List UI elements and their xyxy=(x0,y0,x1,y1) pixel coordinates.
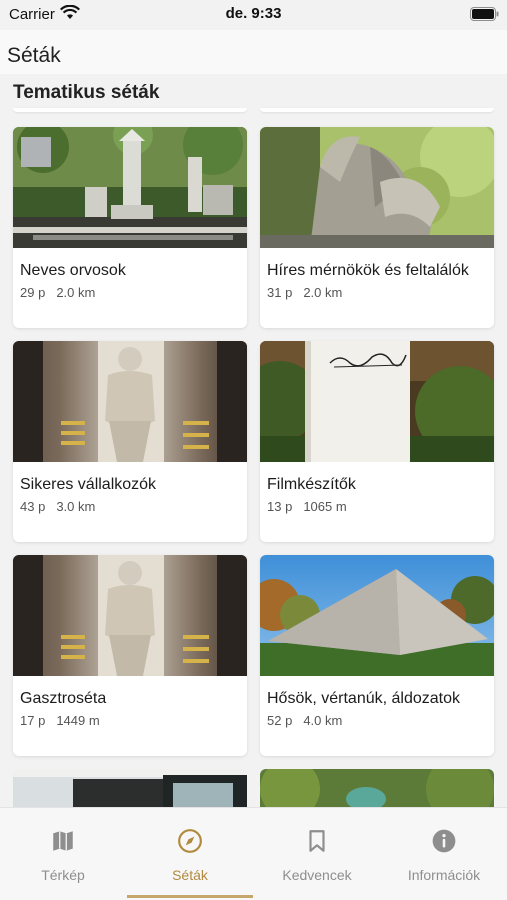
walk-photo-white-stele-signature xyxy=(260,341,494,462)
scrolled-card-edge xyxy=(260,108,494,112)
walk-distance: 4.0 km xyxy=(303,713,343,728)
navigation-bar: Séták xyxy=(0,30,507,74)
walk-duration: 43 p xyxy=(20,499,46,514)
walk-distance: 2.0 km xyxy=(56,285,96,300)
info-icon xyxy=(431,828,457,859)
walk-photo-marble-crypt-statue xyxy=(13,341,247,462)
walk-title: Neves orvosok xyxy=(20,262,126,279)
walk-duration: 17 p xyxy=(20,713,46,728)
walk-card[interactable]: Neves orvosok 29 p 2.0 km xyxy=(13,127,247,328)
tab-label: Térkép xyxy=(41,867,85,883)
section-title: Tematikus séták xyxy=(13,82,160,103)
map-icon xyxy=(50,828,76,859)
walk-title: Sikeres vállalkozók xyxy=(20,476,157,493)
walk-distance: 1065 m xyxy=(303,499,347,514)
status-time: de. 9:33 xyxy=(225,5,282,22)
walk-distance: 3.0 km xyxy=(56,499,96,514)
tab-bar: Térkép Séták Kedvencek Információk xyxy=(0,807,507,900)
walk-distance: 2.0 km xyxy=(303,285,343,300)
tab-label: Információk xyxy=(407,867,481,883)
walk-card[interactable]: Gasztroséta 17 p 1449 m xyxy=(13,555,247,756)
walk-card[interactable]: Filmkészítők 13 p 1065 m xyxy=(260,341,494,542)
walk-meta: 31 p 2.0 km xyxy=(267,285,342,300)
status-bar: Carrier de. 9:33 xyxy=(0,0,507,30)
walk-card[interactable]: Sikeres vállalkozók 43 p 3.0 km xyxy=(13,341,247,542)
walk-distance: 1449 m xyxy=(56,713,100,728)
walk-meta: 29 p 2.0 km xyxy=(20,285,95,300)
walk-photo-pyramid-memorial xyxy=(260,555,494,676)
tab-info[interactable]: Információk xyxy=(381,808,507,900)
walk-duration: 29 p xyxy=(20,285,46,300)
walk-meta: 52 p 4.0 km xyxy=(267,713,342,728)
walk-photo-marble-crypt-statue xyxy=(13,555,247,676)
walk-photo-cemetery-monuments xyxy=(13,127,247,248)
page-title: Séták xyxy=(7,44,61,67)
tab-label: Kedvencek xyxy=(282,867,352,883)
bookmark-icon xyxy=(304,828,330,859)
compass-icon xyxy=(177,828,203,859)
walk-card[interactable]: Híres mérnökök és feltalálók 31 p 2.0 km xyxy=(260,127,494,328)
walk-title: Filmkészítők xyxy=(267,476,356,493)
walk-title: Híres mérnökök és feltalálók xyxy=(267,262,469,279)
walk-meta: 17 p 1449 m xyxy=(20,713,100,728)
walk-title: Gasztroséta xyxy=(20,690,107,707)
walk-card[interactable]: Hősök, vértanúk, áldozatok 52 p 4.0 km xyxy=(260,555,494,756)
walk-photo-angel-statue xyxy=(260,127,494,248)
walk-duration: 52 p xyxy=(267,713,293,728)
tab-walks[interactable]: Séták xyxy=(127,808,253,900)
tab-favorites[interactable]: Kedvencek xyxy=(254,808,380,900)
tab-map[interactable]: Térkép xyxy=(0,808,126,900)
walk-meta: 43 p 3.0 km xyxy=(20,499,95,514)
battery-icon xyxy=(470,7,499,26)
tab-label: Séták xyxy=(172,867,208,883)
active-tab-indicator xyxy=(127,895,253,898)
scrolled-card-edge xyxy=(13,108,247,112)
walk-meta: 13 p 1065 m xyxy=(267,499,347,514)
walk-title: Hősök, vértanúk, áldozatok xyxy=(267,690,460,707)
walk-duration: 31 p xyxy=(267,285,293,300)
walk-duration: 13 p xyxy=(267,499,293,514)
